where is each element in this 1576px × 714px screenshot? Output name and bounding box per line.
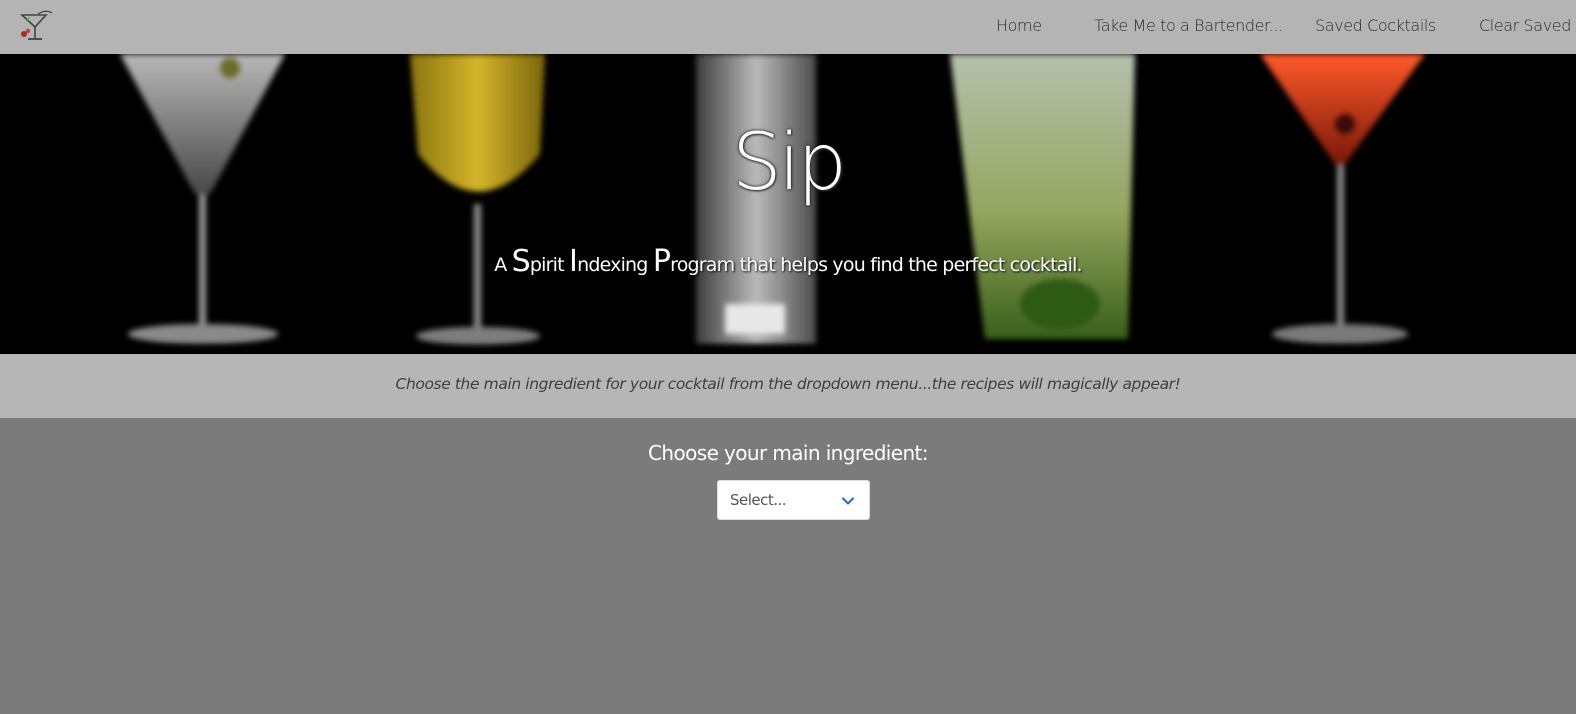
subtitle-part: pirit bbox=[529, 254, 570, 276]
navbar: Home Take Me to a Bartender... Saved Coc… bbox=[0, 0, 1576, 54]
ingredient-select[interactable]: Select... bbox=[717, 480, 870, 520]
nav-clear-saved-link[interactable]: Clear Saved bbox=[1479, 16, 1571, 35]
subtitle-part: A bbox=[494, 254, 512, 276]
nav-links: Home Take Me to a Bartender... Saved Coc… bbox=[0, 0, 1576, 54]
select-value: Select... bbox=[730, 491, 787, 509]
nav-home-link[interactable]: Home bbox=[996, 16, 1042, 35]
subtitle-part: rogram that helps you find the perfect c… bbox=[670, 254, 1082, 276]
nav-bartender-link[interactable]: Take Me to a Bartender... bbox=[1094, 16, 1283, 35]
subtitle-initial-i: I bbox=[569, 244, 578, 279]
hero-banner: Sip A Spirit Indexing Program that helps… bbox=[0, 54, 1576, 354]
instruction-band: Choose the main ingredient for your cock… bbox=[0, 354, 1576, 418]
hero-subtitle: A Spirit Indexing Program that helps you… bbox=[0, 244, 1576, 279]
subtitle-initial-p: P bbox=[652, 244, 671, 279]
instruction-text: Choose the main ingredient for your cock… bbox=[395, 375, 1181, 393]
ingredient-label: Choose your main ingredient: bbox=[648, 441, 928, 465]
chevron-down-icon bbox=[840, 493, 856, 509]
hero-bottom-shadow bbox=[0, 342, 1576, 354]
nav-saved-cocktails-link[interactable]: Saved Cocktails bbox=[1315, 16, 1436, 35]
hero-title: Sip bbox=[732, 118, 847, 208]
subtitle-part: ndexing bbox=[577, 254, 653, 276]
subtitle-initial-s: S bbox=[511, 244, 531, 279]
